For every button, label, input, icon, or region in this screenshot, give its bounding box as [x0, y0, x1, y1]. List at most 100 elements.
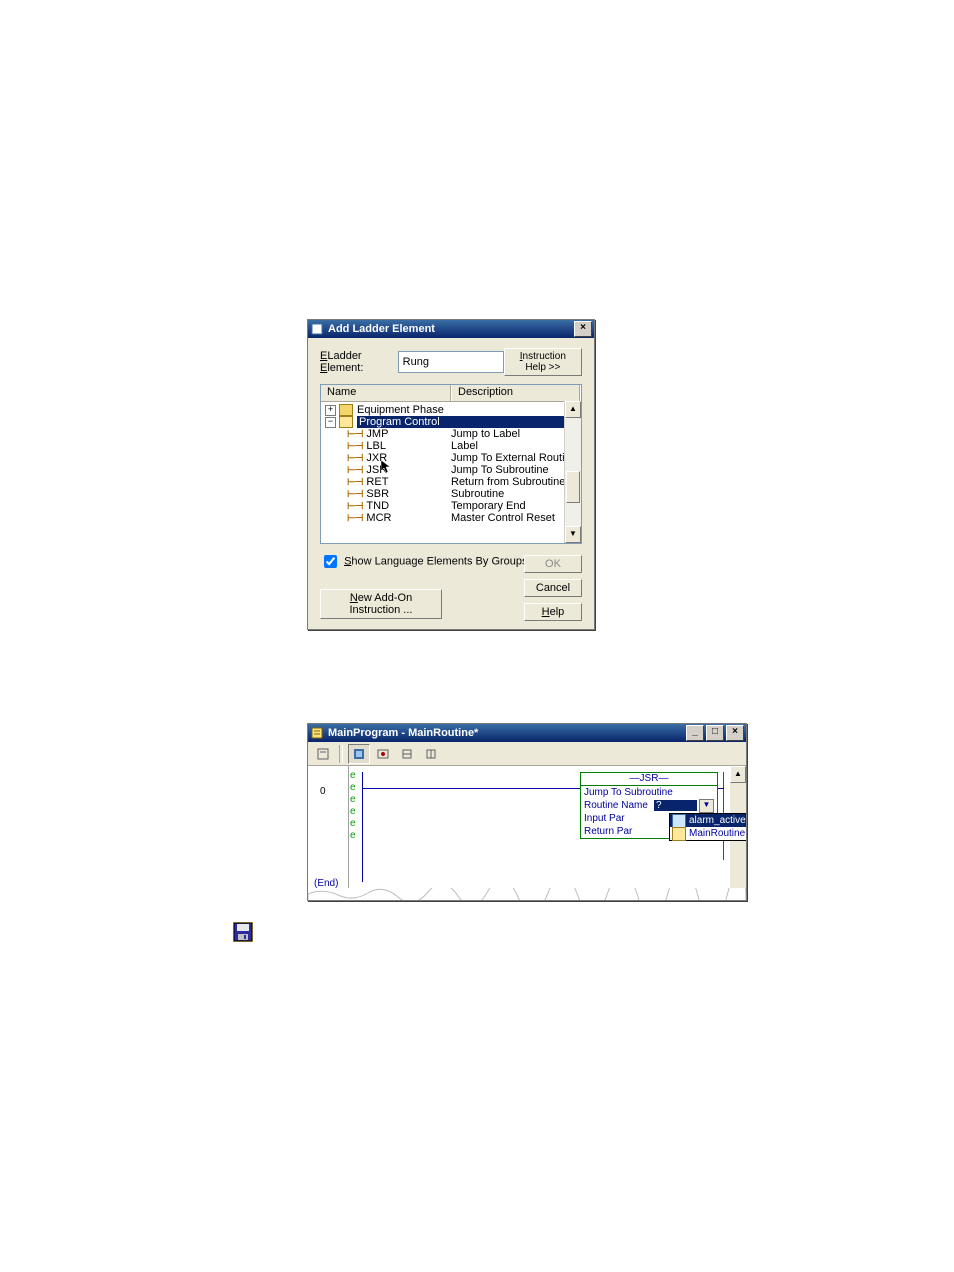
leaf-desc: Master Control Reset [451, 512, 579, 524]
toolbar-btn-3[interactable] [372, 744, 394, 764]
instruction-help-button[interactable]: Instruction Help >> [504, 348, 582, 376]
dropdown-item-label: alarm_active [689, 815, 746, 826]
tree-leaf-lbl[interactable]: ⊢⊣ LBL Label [325, 440, 579, 452]
tree-leaf-jsr[interactable]: ⊢⊣ JSR Jump To Subroutine [325, 464, 579, 476]
app-icon [310, 322, 324, 336]
element-tree[interactable]: Name Description + Equipment Phase − Pro… [320, 384, 582, 544]
leaf-code: SBR [366, 488, 389, 500]
tree-header: Name Description [321, 385, 581, 402]
leaf-desc: Jump To External Routine [451, 452, 579, 464]
routine-name-value[interactable]: ? [654, 800, 697, 811]
leaf-code: JMP [366, 428, 388, 440]
close-button[interactable]: × [726, 725, 744, 741]
separator [339, 745, 343, 763]
toolbar-btn-4[interactable] [396, 744, 418, 764]
tree-leaf-sbr[interactable]: ⊢⊣ SBR Subroutine [325, 488, 579, 500]
leaf-desc: Jump to Label [451, 428, 579, 440]
leaf-code: RET [366, 476, 388, 488]
leaf-desc: Subroutine [451, 488, 579, 500]
expand-icon[interactable]: + [325, 405, 336, 416]
rung-number-0[interactable]: 0 [320, 786, 326, 797]
titlebar[interactable]: MainProgram - MainRoutine* _ □ × [308, 724, 746, 742]
instruction-icon: ⊢⊣ [347, 441, 362, 452]
tree-leaf-jmp[interactable]: ⊢⊣ JMP Jump to Label [325, 428, 579, 440]
toolbar-btn-1[interactable] [312, 744, 334, 764]
titlebar[interactable]: Add Ladder Element × [308, 320, 594, 338]
toolbar-btn-5[interactable] [420, 744, 442, 764]
toolbar [308, 742, 746, 766]
routine-name-label: Routine Name [584, 800, 654, 811]
dialog-title: Add Ladder Element [328, 323, 435, 335]
collapse-icon[interactable]: − [325, 417, 336, 428]
instruction-icon: ⊢⊣ [347, 429, 362, 440]
tree-node-program-control[interactable]: − Program Control [325, 416, 579, 428]
torn-edge [308, 888, 746, 900]
save-icon [233, 922, 253, 942]
dropdown-item-alarm-active[interactable]: alarm_active [670, 814, 746, 827]
leaf-desc: Temporary End [451, 500, 579, 512]
leaf-code: LBL [366, 440, 386, 452]
routine-icon [672, 827, 686, 841]
dropdown-item-mainroutine[interactable]: MainRoutine [670, 827, 746, 840]
instruction-icon: ⊢⊣ [347, 513, 362, 524]
ok-button[interactable]: OK [524, 555, 582, 573]
routine-icon [672, 814, 686, 828]
leaf-code: MCR [366, 512, 391, 524]
error-marker: e [350, 782, 356, 793]
close-button[interactable]: × [574, 321, 592, 337]
ladder-editor[interactable]: 0 (End) e e e e e e —JSR— Jump To Subrou… [308, 766, 746, 900]
error-marker: e [350, 830, 356, 841]
dropdown-item-label: MainRoutine [689, 828, 745, 839]
label-ladder-element: ELadder Element: [320, 350, 392, 374]
error-marker: e [350, 806, 356, 817]
tree-label-selected: Program Control [357, 416, 442, 428]
folder-open-icon [339, 416, 353, 428]
scrollbar[interactable]: ▲ ▼ [564, 401, 581, 543]
error-marker: e [350, 794, 356, 805]
minimize-button[interactable]: _ [686, 725, 704, 741]
new-addon-instruction-button[interactable]: New Add-On Instruction ... [320, 589, 442, 619]
dropdown-icon[interactable]: ▼ [699, 799, 714, 813]
tree-leaf-mcr[interactable]: ⊢⊣ MCR Master Control Reset [325, 512, 579, 524]
instruction-icon: ⊢⊣ [347, 453, 362, 464]
toolbar-btn-2[interactable] [348, 744, 370, 764]
tree-label: Equipment Phase [357, 404, 444, 416]
tree-leaf-ret[interactable]: ⊢⊣ RET Return from Subroutine [325, 476, 579, 488]
maximize-button[interactable]: □ [706, 725, 724, 741]
tree-leaf-jxr[interactable]: ⊢⊣ JXR Jump To External Routine [325, 452, 579, 464]
scroll-up-icon[interactable]: ▲ [730, 766, 746, 783]
show-groups-checkbox[interactable] [324, 555, 337, 568]
return-par-label: Return Par [584, 826, 654, 837]
leaf-code: JSR [366, 464, 387, 476]
folder-icon [339, 404, 353, 416]
col-description[interactable]: Description [452, 385, 581, 401]
show-groups-label: Show Language Elements By Groups [344, 555, 527, 567]
jsr-title: Jump To Subroutine [584, 787, 714, 798]
routine-icon [310, 726, 324, 740]
leaf-code: JXR [366, 452, 387, 464]
help-button[interactable]: Help [524, 603, 582, 621]
error-marker: e [350, 818, 356, 829]
window-title: MainProgram - MainRoutine* [328, 727, 478, 739]
input-par-label: Input Par [584, 813, 654, 824]
instruction-icon: ⊢⊣ [347, 465, 362, 476]
jsr-instruction[interactable]: —JSR— Jump To Subroutine Routine Name ? … [580, 772, 718, 839]
leaf-desc: Jump To Subroutine [451, 464, 579, 476]
tree-leaf-tnd[interactable]: ⊢⊣TND Temporary End [325, 500, 579, 512]
col-name[interactable]: Name [321, 385, 452, 401]
leaf-desc: Label [451, 440, 579, 452]
scroll-down-icon[interactable]: ▼ [565, 526, 581, 543]
cancel-button[interactable]: Cancel [524, 579, 582, 597]
scroll-up-icon[interactable]: ▲ [565, 401, 581, 418]
ladder-element-input[interactable] [398, 351, 504, 373]
error-marker: e [350, 770, 356, 781]
instruction-icon: ⊢⊣ [347, 477, 362, 488]
leaf-desc: Return from Subroutine [451, 476, 579, 488]
instruction-icon: ⊢⊣ [347, 489, 362, 500]
tree-node-equipment-phase[interactable]: + Equipment Phase [325, 404, 579, 416]
jsr-header: —JSR— [581, 773, 717, 786]
routine-dropdown[interactable]: alarm_active MainRoutine [669, 813, 746, 841]
mainroutine-window: MainProgram - MainRoutine* _ □ × 0 (End)… [307, 723, 747, 901]
scroll-thumb[interactable] [566, 471, 580, 503]
instruction-icon: ⊢⊣ [347, 501, 362, 512]
